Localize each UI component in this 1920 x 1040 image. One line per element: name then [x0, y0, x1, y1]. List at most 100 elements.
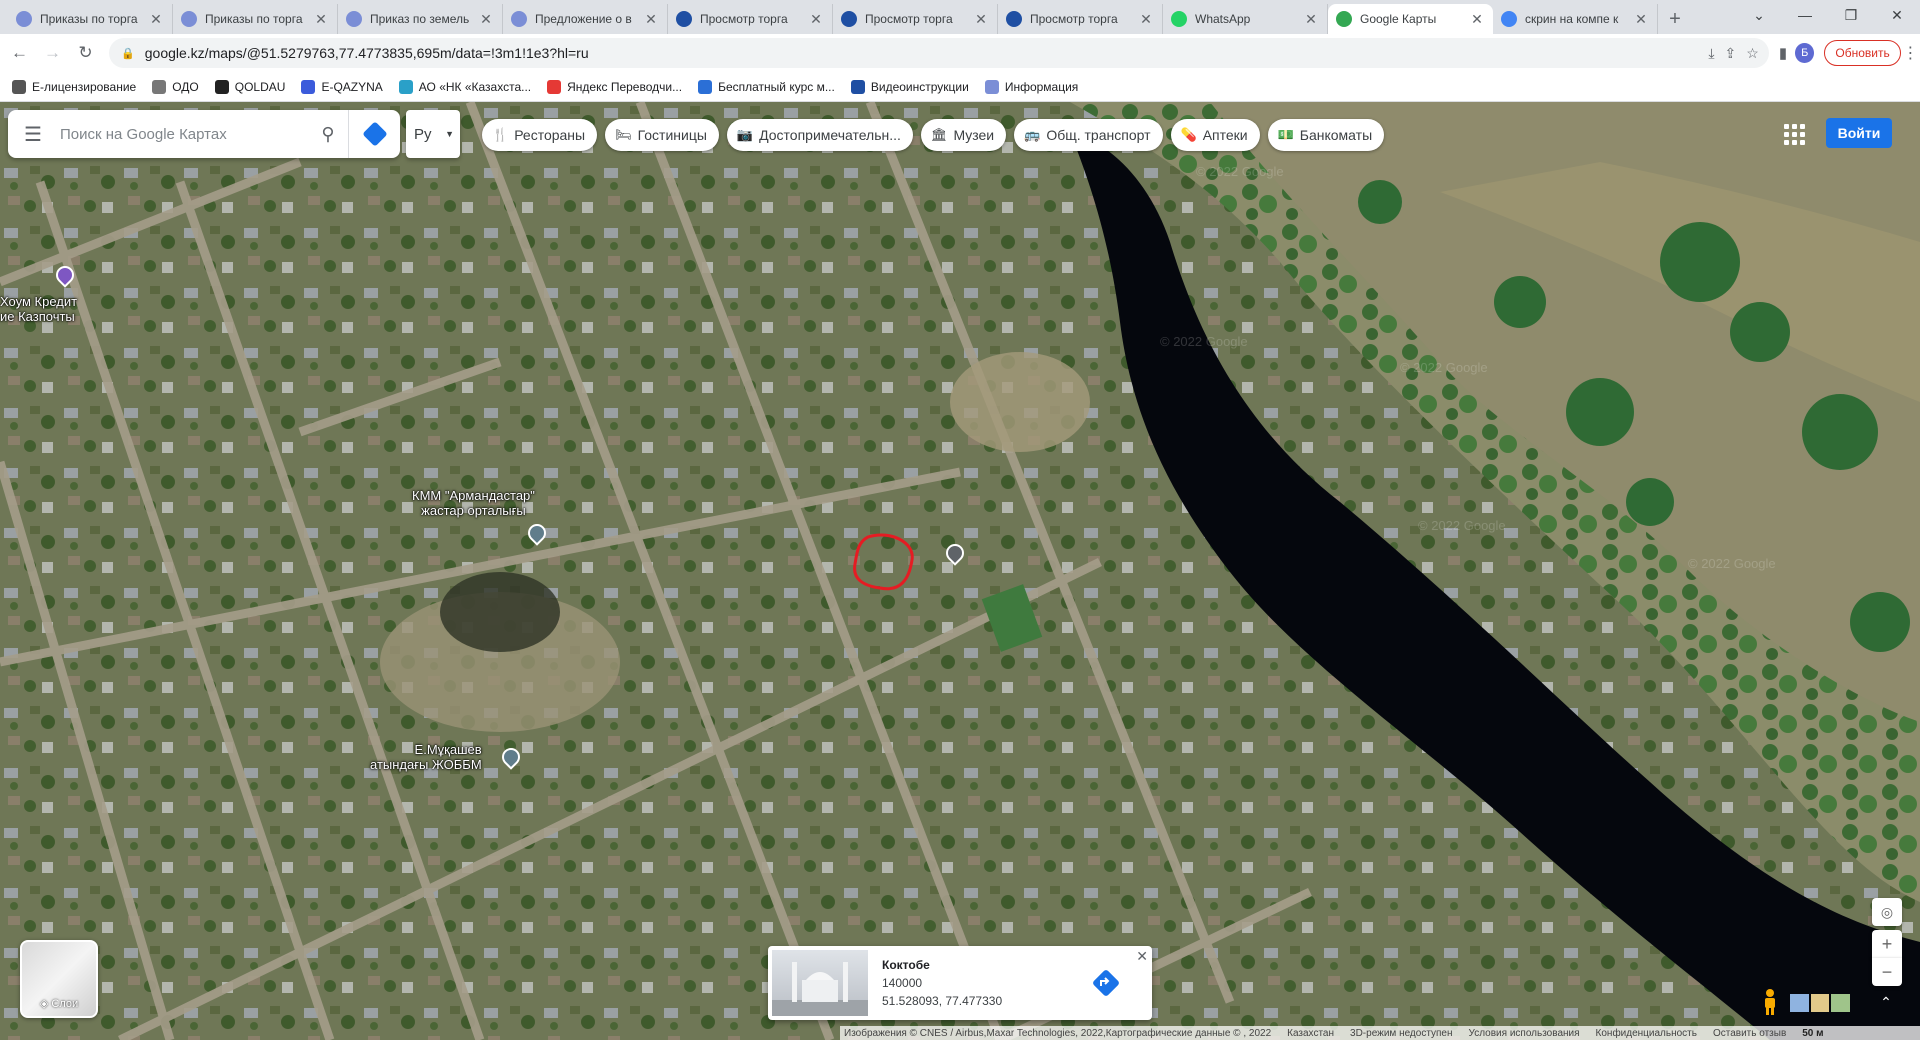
minimize-button[interactable]: — [1782, 0, 1828, 30]
hamburger-menu-icon[interactable]: ☰ [8, 122, 58, 147]
google-apps-icon[interactable] [1782, 122, 1806, 146]
route-button[interactable] [1086, 963, 1126, 1003]
update-button[interactable]: Обновить [1824, 40, 1901, 66]
tab-search-icon[interactable]: ⌄ [1736, 0, 1782, 30]
side-panel-icon[interactable]: ▮ [1779, 44, 1787, 62]
tab-close-icon[interactable]: ✕ [808, 11, 824, 28]
map-thumbnail[interactable] [1790, 994, 1809, 1012]
poi-label[interactable]: атындағы ЖОББМ [370, 757, 482, 772]
sign-in-button[interactable]: Войти [1826, 118, 1892, 148]
category-chip[interactable]: 🏛 Музеи [920, 119, 1007, 151]
place-photo[interactable] [772, 950, 868, 1016]
tab-title: Приказы по торга [205, 12, 303, 26]
directions-icon [361, 121, 388, 147]
browser-tab[interactable]: WhatsApp ✕ [1163, 4, 1328, 34]
expand-chevron-icon[interactable]: ⌃ [1874, 990, 1898, 1014]
satellite-map[interactable]: © 2022 Google © 2022 Google © 2022 Googl… [0, 102, 1920, 1040]
zoom-out-button[interactable]: − [1872, 958, 1902, 986]
tab-close-icon[interactable]: ✕ [1138, 11, 1154, 28]
street-view-pegman-icon[interactable] [1760, 988, 1780, 1016]
tab-favicon-icon [346, 11, 362, 27]
poi-label[interactable]: КММ "Армандастар" [412, 488, 535, 503]
browser-tab[interactable]: Просмотр торга ✕ [833, 4, 998, 34]
bookmark-favicon-icon [850, 79, 865, 94]
category-chip[interactable]: 🛏 Гостиницы [605, 119, 719, 151]
tab-close-icon[interactable]: ✕ [643, 11, 659, 28]
share-icon[interactable]: ⇪ [1725, 45, 1737, 62]
poi-label[interactable]: ие Казпочты [0, 309, 77, 324]
browser-tab[interactable]: Просмотр торга ✕ [668, 4, 833, 34]
scale-label[interactable]: 50 м [1802, 1028, 1823, 1039]
bookmark-item[interactable]: Бесплатный курс м... [698, 79, 835, 94]
tab-close-icon[interactable]: ✕ [1633, 11, 1649, 28]
bookmark-item[interactable]: E-QAZYNA [301, 79, 383, 94]
browser-tab[interactable]: Приказы по торга ✕ [8, 4, 173, 34]
bookmark-item[interactable]: Е-лицензирование [12, 79, 136, 94]
directions-button[interactable] [348, 110, 400, 158]
browser-tab[interactable]: Google Карты ✕ [1328, 4, 1493, 34]
privacy-link[interactable]: Конфиденциальность [1596, 1028, 1697, 1039]
poi-label[interactable]: жастар орталығы [412, 503, 535, 518]
search-icon[interactable]: ⚲ [308, 124, 348, 145]
bookmark-item[interactable]: Информация [984, 79, 1079, 94]
restore-button[interactable]: ❐ [1828, 0, 1874, 30]
install-icon[interactable]: ⤓ [1708, 45, 1714, 62]
back-button[interactable]: ← [6, 39, 33, 67]
poi-label[interactable]: Е.Мұқашев [370, 742, 482, 757]
category-chip[interactable]: 💊 Аптеки [1170, 119, 1260, 151]
category-chips: 🍴 Рестораны 🛏 Гостиницы 📷 Достопримечательн..… [482, 119, 1385, 151]
bookmark-item[interactable]: Яндекс Переводчи... [547, 79, 682, 94]
close-icon[interactable]: ✕ [1136, 948, 1148, 965]
browser-tab[interactable]: скрин на компе к ✕ [1493, 4, 1658, 34]
search-input[interactable] [58, 124, 308, 144]
bookmark-item[interactable]: QOLDAU [214, 79, 285, 94]
language-select[interactable]: Ру ▼ [406, 110, 460, 158]
satellite-thumbnail[interactable] [1831, 994, 1851, 1012]
browser-tab[interactable]: Просмотр торга ✕ [998, 4, 1163, 34]
category-chip[interactable]: 🚌 Общ. транспорт [1014, 119, 1163, 151]
bookmark-item[interactable]: ОДО [152, 79, 199, 94]
browser-menu-icon[interactable]: ⋮ [1901, 43, 1920, 63]
atm-icon: 💵 [1277, 127, 1294, 142]
language-value: Ру [414, 125, 432, 143]
close-window-button[interactable]: ✕ [1874, 0, 1920, 30]
tab-close-icon[interactable]: ✕ [973, 11, 989, 28]
my-location-button[interactable]: ◎ [1872, 898, 1902, 926]
terms-link[interactable]: Условия использования [1469, 1028, 1580, 1039]
tab-close-icon[interactable]: ✕ [1303, 11, 1319, 28]
category-chip[interactable]: 🍴 Рестораны [482, 119, 598, 151]
layers-button[interactable]: ◈ Слои [20, 940, 98, 1018]
category-chip[interactable]: 💵 Банкоматы [1267, 119, 1385, 151]
tab-close-icon[interactable]: ✕ [1469, 11, 1485, 28]
feedback-link[interactable]: Оставить отзыв [1713, 1028, 1786, 1039]
browser-tab[interactable]: Приказ по земель ✕ [338, 4, 503, 34]
tab-close-icon[interactable]: ✕ [313, 11, 329, 28]
chip-label: Рестораны [514, 127, 586, 143]
new-tab-button[interactable]: + [1658, 4, 1692, 34]
country-link[interactable]: Казахстан [1287, 1028, 1334, 1039]
bookmark-label: ОДО [172, 79, 199, 94]
bookmark-favicon-icon [547, 79, 562, 94]
watermark: © 2022 Google [1160, 334, 1248, 349]
bookmark-item[interactable]: АО «НК «Казахста... [398, 79, 531, 94]
terrain-thumbnail[interactable] [1810, 994, 1830, 1012]
address-bar[interactable]: 🔒 google.kz/maps/@51.5279763,77.4773835,… [109, 38, 1769, 68]
address-url[interactable]: google.kz/maps/@51.5279763,77.4773835,69… [145, 45, 1709, 61]
tab-close-icon[interactable]: ✕ [148, 11, 164, 28]
browser-tab[interactable]: Приказы по торга ✕ [173, 4, 338, 34]
category-chip[interactable]: 📷 Достопримечательн... [726, 119, 913, 151]
zoom-in-button[interactable]: + [1872, 930, 1902, 958]
tab-favicon-icon [181, 11, 197, 27]
poi-label[interactable]: Хоум Кредит [0, 294, 77, 309]
reload-button[interactable]: ↻ [72, 39, 99, 67]
browser-tab[interactable]: Предложение о в ✕ [503, 4, 668, 34]
bookmark-star-icon[interactable]: ☆ [1746, 45, 1759, 62]
bookmark-label: Информация [1004, 79, 1079, 94]
forward-button[interactable]: → [39, 39, 66, 67]
place-info-card[interactable]: Коктобе 140000 51.528093, 77.477330 ✕ [768, 946, 1152, 1020]
profile-avatar[interactable]: Б [1795, 43, 1815, 63]
map-type-thumbnails[interactable] [1790, 994, 1851, 1012]
bookmark-item[interactable]: Видеоинструкции [850, 79, 969, 94]
tab-close-icon[interactable]: ✕ [478, 11, 494, 28]
tab-favicon-icon [1006, 11, 1022, 27]
